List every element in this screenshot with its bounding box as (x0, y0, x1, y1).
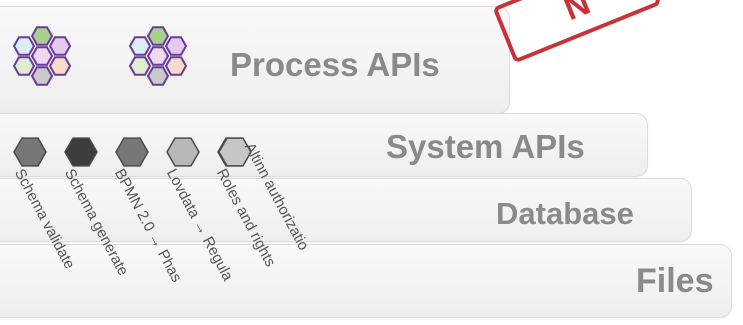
hexagon-icon (30, 66, 54, 86)
hexagon-icon (48, 56, 72, 76)
hexagon-icon (164, 56, 188, 76)
hex-cluster-icon (12, 26, 72, 86)
hexagon-icon (30, 26, 54, 46)
process-hex-clusters (12, 26, 252, 167)
hexagon-icon (30, 46, 54, 66)
hexagon-icon (64, 137, 98, 167)
hexagon-icon (48, 36, 72, 56)
hexagon-icon (128, 36, 152, 56)
hexagon-icon (12, 36, 36, 56)
hexagon-icon (115, 137, 149, 167)
hexagon-icon (13, 137, 47, 167)
hexagon-icon (146, 66, 170, 86)
hexagon-icon (164, 36, 188, 56)
service-hexagons (13, 137, 252, 167)
hexagon-icon (12, 56, 36, 76)
hexagon-icon (146, 26, 170, 46)
hexagon-icon (146, 46, 170, 66)
hexagon-icon (166, 137, 200, 167)
hexagon-icon (128, 56, 152, 76)
hex-cluster-icon (128, 26, 188, 86)
